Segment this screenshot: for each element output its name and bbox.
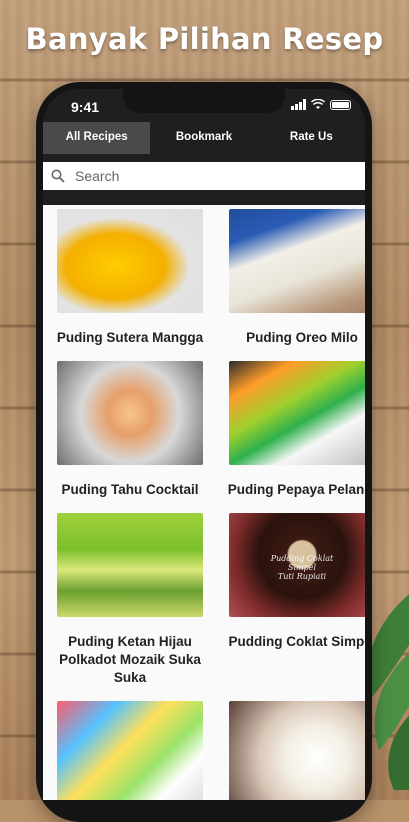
- status-icons: [291, 99, 351, 110]
- tab-rate-us[interactable]: Rate Us: [258, 122, 365, 154]
- recipe-title: Puding Tahu Cocktail: [61, 482, 199, 497]
- recipe-image: [57, 513, 203, 617]
- tab-all-recipes[interactable]: All Recipes: [43, 122, 151, 154]
- image-watermark: Pudding Coklat Simpel Tuti Rupiati: [270, 554, 334, 581]
- tab-bookmark[interactable]: Bookmark: [150, 122, 257, 154]
- recipe-image: [57, 701, 203, 800]
- recipe-image: [229, 361, 365, 465]
- recipe-image: [57, 209, 203, 313]
- notch: [123, 89, 285, 113]
- recipe-title: Pudding Coklat Simpel: [228, 634, 365, 649]
- status-time: 9:41: [71, 99, 100, 115]
- recipe-title: Puding Oreo Milo: [246, 330, 358, 345]
- recipe-card[interactable]: [51, 701, 209, 800]
- recipe-card[interactable]: Pudding Coklat Simpel Tuti Rupiati Puddi…: [223, 513, 365, 701]
- wifi-icon: [311, 99, 325, 109]
- recipe-grid: Puding Sutera Mangga Puding Oreo Milo Pu…: [43, 205, 365, 800]
- signal-icon: [291, 99, 306, 110]
- recipe-card[interactable]: Puding Sutera Mangga: [51, 209, 209, 361]
- tab-bar: All Recipes Bookmark Rate Us: [43, 122, 365, 154]
- recipe-image: [229, 209, 365, 313]
- recipe-image: Pudding Coklat Simpel Tuti Rupiati: [229, 513, 365, 617]
- recipe-card[interactable]: Puding Pepaya Pelangi: [223, 361, 365, 513]
- recipe-card[interactable]: Puding Oreo Milo: [223, 209, 365, 361]
- recipe-card[interactable]: Puding Ketan Hijau Polkadot Mozaik Suka …: [51, 513, 209, 701]
- recipe-title: Puding Ketan Hijau Polkadot Mozaik Suka …: [59, 634, 201, 685]
- search-input[interactable]: [73, 167, 317, 185]
- status-bar: 9:41: [43, 89, 365, 123]
- recipe-card[interactable]: Puding Tahu Cocktail: [51, 361, 209, 513]
- promo-banner-title: Banyak Pilihan Resep: [25, 22, 384, 56]
- recipe-title: Puding Sutera Mangga: [56, 330, 204, 345]
- battery-icon: [330, 99, 351, 110]
- recipe-card[interactable]: [223, 701, 365, 800]
- search-bar: [43, 162, 365, 190]
- app-screen: 9:41 All Recipes Bookmark Rate Us Search…: [43, 89, 365, 800]
- search-icon: [51, 169, 65, 183]
- recipe-image: [57, 361, 203, 465]
- recipe-image: [229, 701, 365, 800]
- recipe-title: Puding Pepaya Pelangi: [227, 482, 365, 497]
